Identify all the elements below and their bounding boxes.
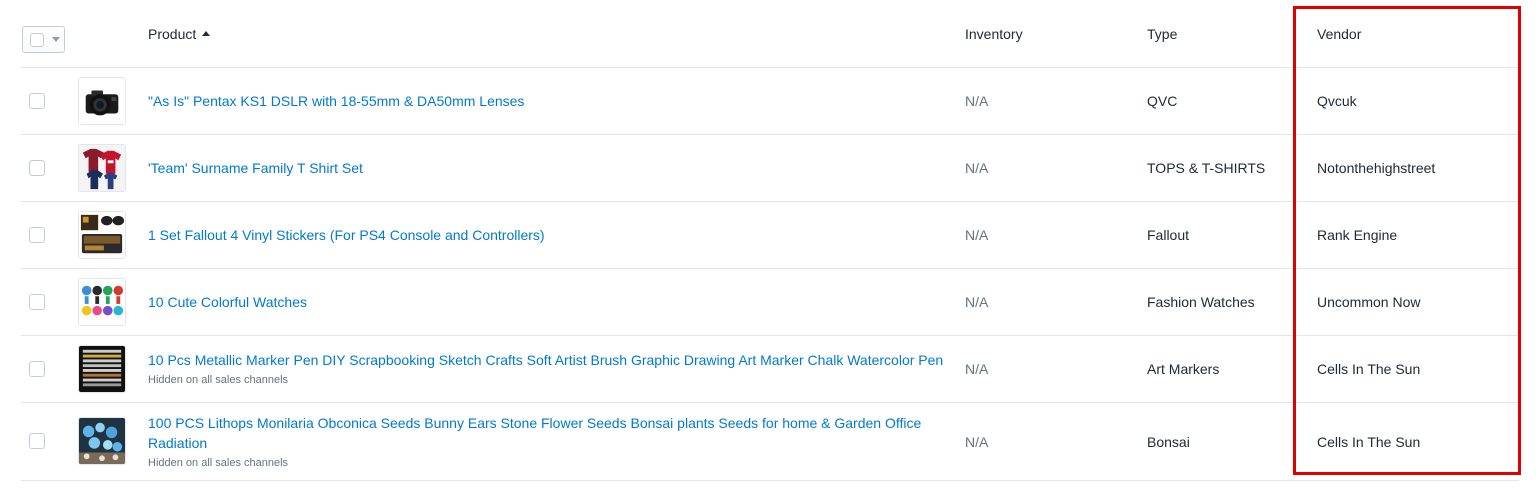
inventory-cell: N/A [965,160,989,176]
table-row[interactable]: 100 PCS Lithops Monilaria Obconica Seeds… [21,403,1519,481]
type-cell: Art Markers [1147,361,1220,377]
ps4-stickers-thumbnail[interactable] [78,211,126,259]
sort-ascending-icon[interactable] [202,31,211,36]
vendor-cell: Qvcuk [1317,93,1357,109]
inventory-cell: N/A [965,93,989,109]
vendor-column-header: Vendor [1317,0,1361,67]
vendor-cell: Uncommon Now [1317,294,1421,310]
type-cell: Bonsai [1147,433,1190,450]
markers-thumbnail[interactable] [78,345,126,393]
table-row[interactable]: 1 Set Fallout 4 Vinyl Stickers (For PS4 … [21,202,1519,269]
row-checkbox[interactable] [29,227,45,243]
row-checkbox[interactable] [29,361,45,377]
watches-thumbnail[interactable] [78,278,126,326]
plants-thumbnail[interactable] [78,417,126,465]
inventory-header-label: Inventory [965,25,1023,42]
type-cell: TOPS & T-SHIRTS [1147,160,1266,176]
type-cell: Fashion Watches [1147,294,1255,310]
type-column-header: Type [1147,0,1177,67]
product-title-link[interactable]: 'Team' Surname Family T Shirt Set [148,158,363,178]
product-column-header[interactable]: Product [148,0,958,67]
row-checkbox[interactable] [29,160,45,176]
bulk-select-dropdown[interactable] [22,26,65,53]
tshirts-thumbnail[interactable] [78,144,126,192]
table-row[interactable]: 10 Cute Colorful Watches N/A Fashion Wat… [21,269,1519,336]
inventory-column-header: Inventory [965,0,1023,67]
row-checkbox[interactable] [29,433,45,449]
inventory-cell: N/A [965,227,989,243]
chevron-down-icon[interactable] [52,37,60,42]
product-title-link[interactable]: "As Is" Pentax KS1 DSLR with 18-55mm & D… [148,91,524,111]
vendor-cell: Rank Engine [1317,227,1398,243]
inventory-cell: N/A [965,294,989,310]
vendor-header-label: Vendor [1317,25,1362,42]
vendor-cell: Notonthehighstreet [1317,160,1436,176]
product-title-link[interactable]: 10 Cute Colorful Watches [148,292,307,312]
inventory-cell: N/A [965,433,989,450]
product-cell: 100 PCS Lithops Monilaria Obconica Seeds… [148,403,958,480]
table-header: Product Inventory Type Vendor [21,0,1519,68]
products-table: Product Inventory Type Vendor "As Is" Pe… [21,0,1519,481]
product-cell: 1 Set Fallout 4 Vinyl Stickers (For PS4 … [148,202,958,268]
product-title-link[interactable]: 100 PCS Lithops Monilaria Obconica Seeds… [148,413,958,453]
type-cell: QVC [1147,93,1178,109]
vendor-cell: Cells In The Sun [1317,361,1421,377]
product-title-link[interactable]: 10 Pcs Metallic Marker Pen DIY Scrapbook… [148,350,943,370]
product-cell: "As Is" Pentax KS1 DSLR with 18-55mm & D… [148,68,958,134]
product-cell: 10 Cute Colorful Watches [148,269,958,335]
row-checkbox[interactable] [29,294,45,310]
select-all-checkbox[interactable] [30,32,44,47]
row-checkbox[interactable] [29,93,45,109]
type-header-label: Type [1147,25,1178,42]
product-cell: 'Team' Surname Family T Shirt Set [148,135,958,201]
visibility-status: Hidden on all sales channels [148,374,289,386]
table-row[interactable]: "As Is" Pentax KS1 DSLR with 18-55mm & D… [21,68,1519,135]
product-title-link[interactable]: 1 Set Fallout 4 Vinyl Stickers (For PS4 … [148,225,545,245]
inventory-cell: N/A [965,361,989,377]
table-row[interactable]: 'Team' Surname Family T Shirt Set N/A TO… [21,135,1519,202]
product-header-label[interactable]: Product [148,26,196,42]
type-cell: Fallout [1147,227,1190,243]
camera-thumbnail[interactable] [78,77,126,125]
table-row[interactable]: 10 Pcs Metallic Marker Pen DIY Scrapbook… [21,336,1519,403]
product-cell: 10 Pcs Metallic Marker Pen DIY Scrapbook… [148,336,958,402]
visibility-status: Hidden on all sales channels [148,456,289,469]
vendor-cell: Cells In The Sun [1317,433,1421,450]
